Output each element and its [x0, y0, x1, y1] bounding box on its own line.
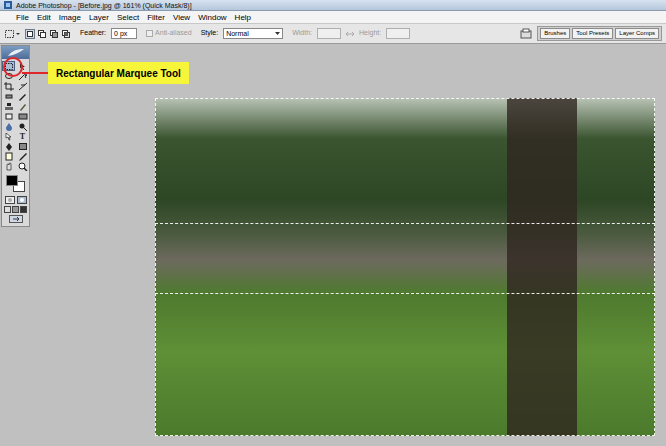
- marquee-preset-icon[interactable]: [4, 28, 20, 40]
- height-label: Height:: [359, 28, 381, 39]
- width-label: Width:: [292, 28, 312, 39]
- subtract-selection-icon[interactable]: [49, 29, 59, 39]
- height-field: [386, 28, 410, 39]
- style-dropdown[interactable]: Normal: [223, 28, 283, 39]
- intersect-selection-icon[interactable]: [61, 29, 71, 39]
- tool-button[interactable]: [2, 121, 15, 131]
- style-label: Style:: [201, 28, 219, 39]
- blur-tool-icon: [4, 122, 14, 131]
- annotation-line: [22, 72, 49, 74]
- menu-item[interactable]: Help: [235, 12, 251, 23]
- annotation-text: Rectangular Marquee Tool: [56, 66, 181, 81]
- clone-stamp-icon: [4, 102, 14, 111]
- menu-item[interactable]: Select: [117, 12, 139, 23]
- menu-item[interactable]: File: [16, 12, 29, 23]
- annotation-label: Rectangular Marquee Tool: [48, 62, 189, 84]
- eraser-tool-icon: [4, 112, 14, 121]
- tool-button[interactable]: [16, 91, 29, 101]
- dodge-tool-icon: [18, 122, 28, 131]
- feather-field[interactable]: 0 px: [111, 28, 137, 39]
- photoshop-icon: [4, 1, 12, 9]
- tool-button[interactable]: [16, 81, 29, 91]
- screen-mode-icon[interactable]: [4, 206, 11, 213]
- options-bar: Feather: 0 px Anti-aliased Style: Normal Widt…: [0, 24, 666, 44]
- tool-button[interactable]: [16, 161, 29, 171]
- quick-mask-mode-icon[interactable]: [17, 196, 27, 204]
- menu-item[interactable]: View: [173, 12, 190, 23]
- tool-button[interactable]: [2, 151, 15, 161]
- gradient-tool-icon: [18, 112, 28, 121]
- tool-button[interactable]: T: [16, 131, 29, 141]
- foreground-color-swatch[interactable]: [6, 175, 18, 186]
- tool-button[interactable]: [2, 81, 15, 91]
- menu-bar: File Edit Image Layer Select Filter View Window…: [0, 11, 666, 24]
- full-screen-menu-icon[interactable]: [12, 206, 19, 213]
- tool-button[interactable]: [16, 121, 29, 131]
- standard-mode-icon[interactable]: [5, 196, 15, 204]
- tool-button[interactable]: [2, 141, 15, 151]
- palette-tab[interactable]: Brushes: [540, 28, 570, 39]
- pen-tool-icon: [4, 142, 14, 151]
- type-tool-glyph: T: [20, 132, 25, 141]
- tool-button[interactable]: [16, 101, 29, 111]
- anti-aliased-checkbox: [146, 30, 153, 37]
- tool-button[interactable]: [2, 101, 15, 111]
- tool-button[interactable]: [2, 111, 15, 121]
- tool-button[interactable]: [2, 91, 15, 101]
- feather-label: Feather:: [80, 28, 106, 39]
- palette-tab[interactable]: Layer Comps: [615, 28, 659, 39]
- workspace: T: [0, 44, 666, 446]
- color-swatches: [5, 174, 27, 194]
- shape-tool-icon: [18, 142, 28, 151]
- swap-icon: [346, 31, 354, 37]
- menu-item[interactable]: Filter: [147, 12, 165, 23]
- selection-marquee: [155, 98, 655, 436]
- feather-logo-icon: [7, 48, 25, 57]
- menu-item[interactable]: Window: [198, 12, 226, 23]
- zoom-tool-icon: [18, 162, 28, 171]
- history-brush-icon: [18, 102, 28, 111]
- tool-button[interactable]: [16, 111, 29, 121]
- palette-well-icon[interactable]: [520, 28, 532, 40]
- notes-tool-icon: [4, 152, 14, 161]
- jump-to-imageready-icon[interactable]: [9, 215, 23, 223]
- new-selection-icon[interactable]: [25, 29, 35, 39]
- style-value: Normal: [226, 29, 249, 39]
- brush-tool-icon: [18, 92, 28, 101]
- path-select-icon: [4, 132, 14, 141]
- tool-button[interactable]: [2, 131, 15, 141]
- crop-tool-icon: [4, 82, 14, 91]
- add-selection-icon[interactable]: [37, 29, 47, 39]
- palette-well: BrushesTool PresetsLayer Comps: [537, 26, 662, 41]
- eyedropper-tool-icon: [18, 152, 28, 161]
- width-field: [317, 28, 341, 39]
- menu-item[interactable]: Layer: [89, 12, 109, 23]
- document-area: [31, 44, 666, 446]
- menu-item[interactable]: Edit: [37, 12, 51, 23]
- slice-tool-icon: [18, 82, 28, 91]
- tool-button[interactable]: [16, 151, 29, 161]
- tool-button[interactable]: [16, 141, 29, 151]
- annotation-circle: [3, 57, 23, 77]
- anti-aliased-label: Anti-aliased: [155, 28, 192, 39]
- title-bar: Adobe Photoshop - [Before.jpg @ 161% (Qu…: [0, 0, 666, 11]
- window-title: Adobe Photoshop - [Before.jpg @ 161% (Qu…: [16, 1, 192, 10]
- menu-item[interactable]: Image: [59, 12, 81, 23]
- photo-canvas[interactable]: [155, 98, 655, 436]
- palette-tab[interactable]: Tool Presets: [572, 28, 613, 39]
- dropdown-arrow-icon: [275, 32, 280, 35]
- full-screen-icon[interactable]: [20, 206, 27, 213]
- hand-tool-icon: [4, 162, 14, 171]
- healing-brush-icon: [4, 92, 14, 101]
- tool-button[interactable]: [2, 161, 15, 171]
- marquee-tool-icon: [4, 62, 14, 71]
